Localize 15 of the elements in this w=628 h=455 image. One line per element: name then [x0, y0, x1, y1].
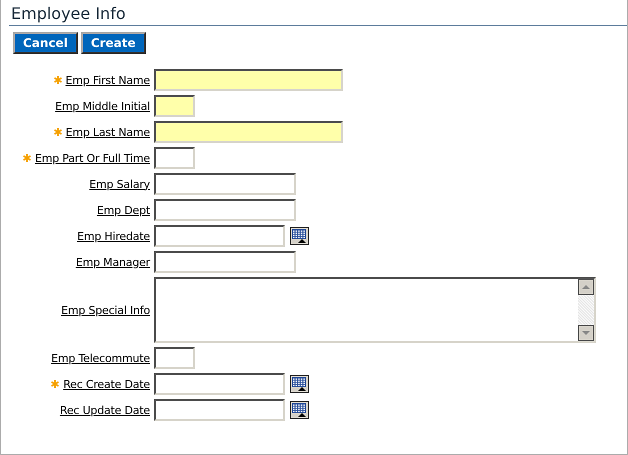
- page-title: Employee Info: [9, 0, 627, 26]
- field-label[interactable]: Emp Part Or Full Time: [34, 152, 150, 164]
- field-label[interactable]: Emp Telecommute: [51, 352, 150, 364]
- field-label[interactable]: Emp Special Info: [61, 304, 150, 316]
- field-label[interactable]: Rec Update Date: [60, 404, 150, 416]
- field-label[interactable]: Emp Dept: [96, 204, 150, 216]
- field-label[interactable]: Emp Hiredate: [77, 230, 150, 242]
- field-label[interactable]: Emp Manager: [76, 256, 150, 268]
- create-button[interactable]: Create: [80, 32, 146, 54]
- cancel-button[interactable]: Cancel: [13, 32, 78, 54]
- field-label[interactable]: Emp Salary: [89, 178, 150, 190]
- field-label[interactable]: Emp Last Name: [66, 126, 150, 138]
- field-label[interactable]: Emp First Name: [66, 74, 150, 86]
- field-label[interactable]: Emp Middle Initial: [55, 100, 150, 112]
- field-label[interactable]: Rec Create Date: [63, 378, 150, 390]
